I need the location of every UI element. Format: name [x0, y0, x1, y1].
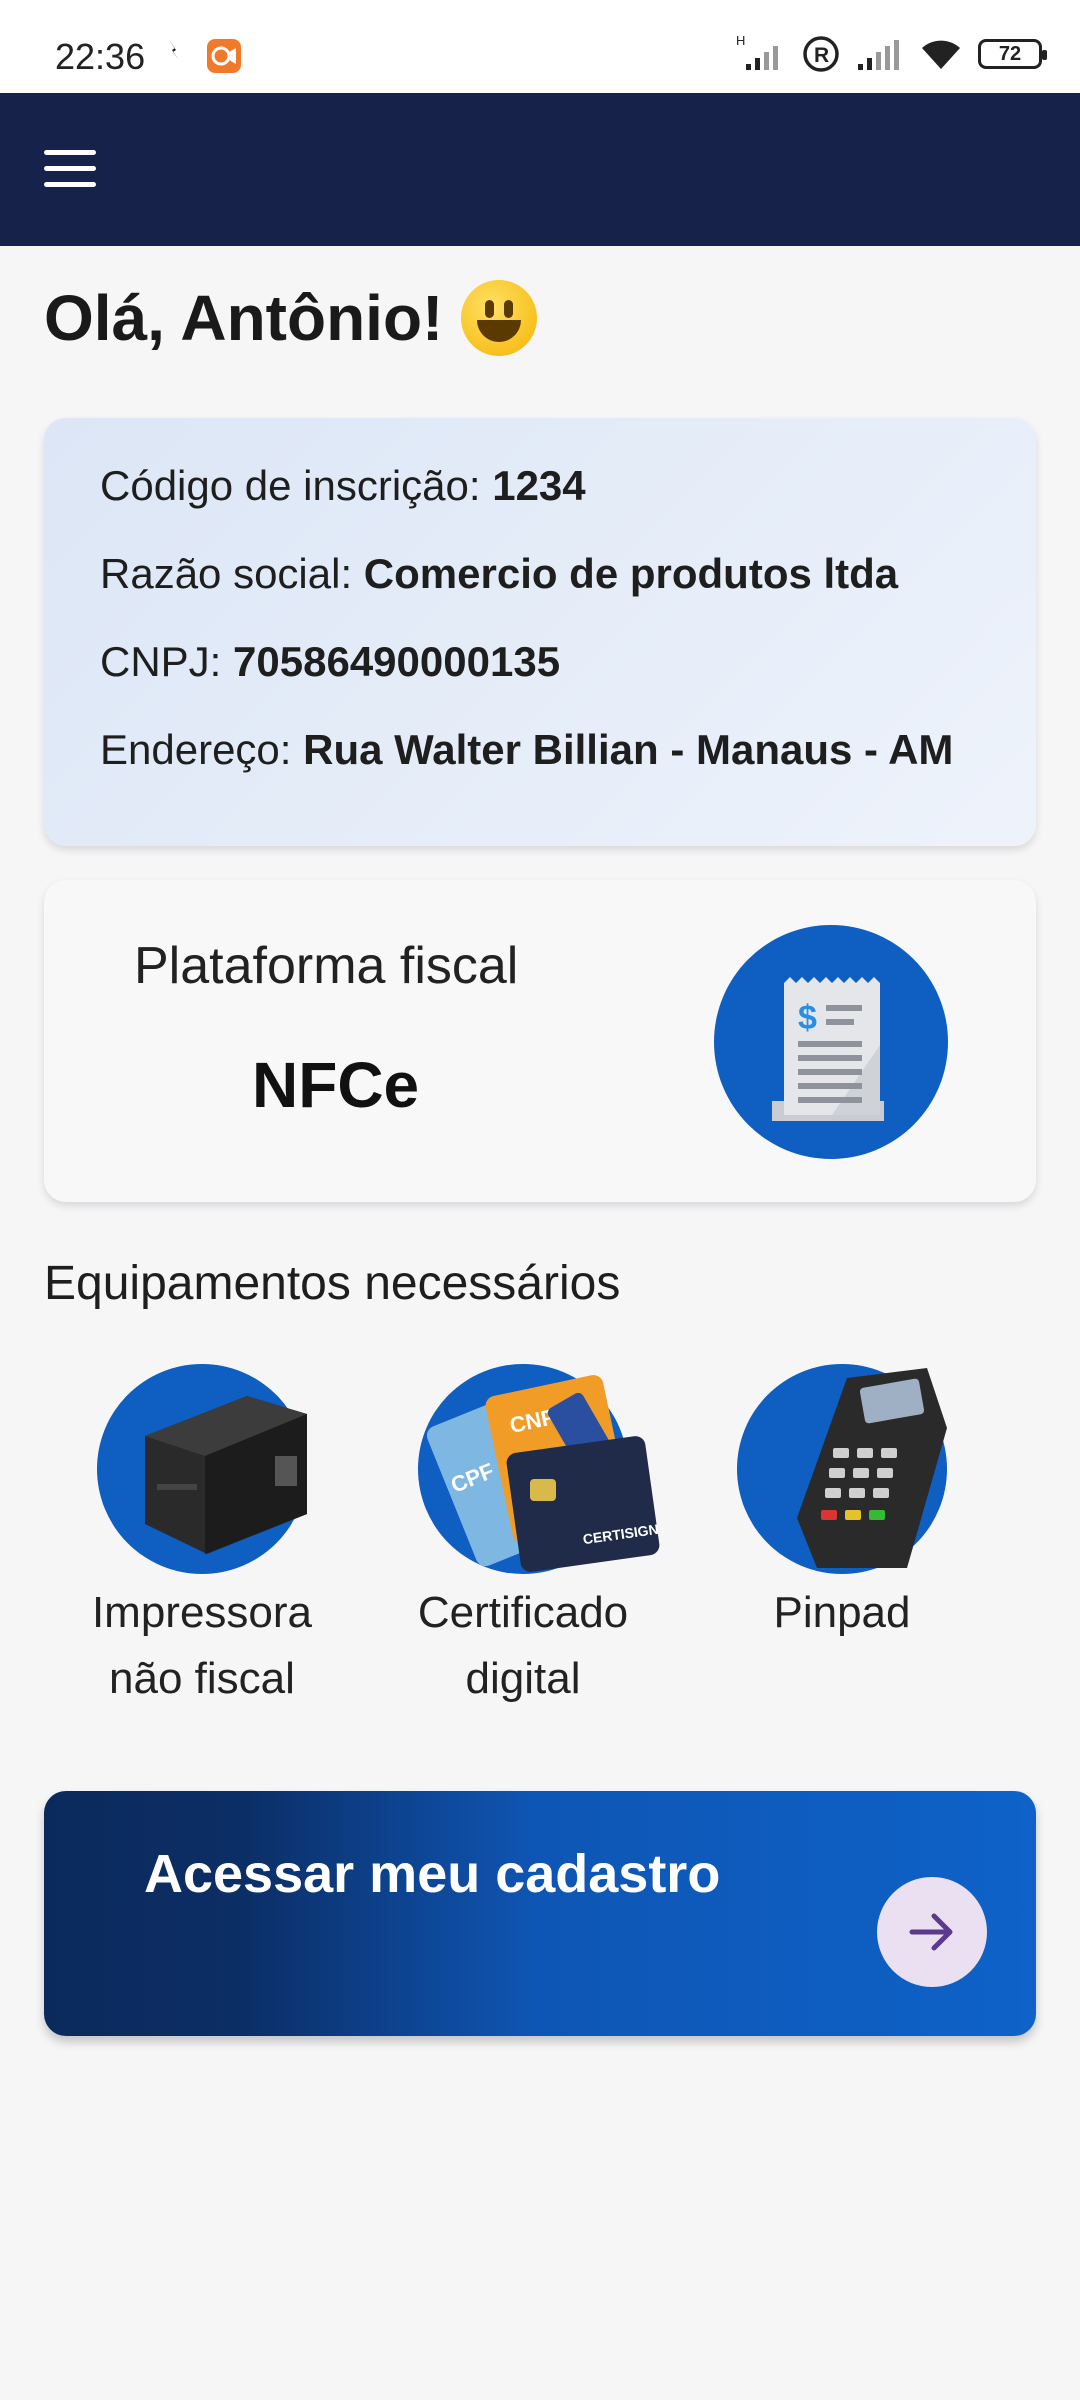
status-time: 22:36 — [55, 36, 146, 77]
greeting: Olá, Antônio! — [44, 280, 538, 356]
registration-label: Código de inscrição: — [100, 462, 481, 509]
notification-icon — [169, 40, 179, 60]
svg-text:R: R — [814, 44, 829, 67]
access-registration-label: Acessar meu cadastro — [144, 1844, 721, 1904]
cellular-signal-2-icon — [858, 40, 899, 70]
cnpj-value: 70586490000135 — [233, 638, 561, 685]
cnpj-row: CNPJ: 70586490000135 — [100, 638, 980, 686]
certificate-label-line2: digital — [465, 1654, 581, 1703]
pinpad-icon — [737, 1364, 947, 1574]
greeting-text: Olá, Antônio! — [44, 282, 444, 354]
cellular-signal-icon: H — [736, 34, 778, 70]
battery-level: 72 — [998, 42, 1022, 65]
certificate-cards-icon: CPF CNPJ CERTISIGN — [418, 1364, 660, 1574]
menu-icon-line — [44, 166, 96, 171]
svg-text:$: $ — [798, 999, 817, 1037]
address-label: Endereço: — [100, 726, 292, 773]
certificate-label: Certificado digital — [393, 1580, 653, 1712]
company-name-value: Comercio de produtos ltda — [363, 550, 899, 597]
status-indicators: H R 72 — [736, 34, 1047, 74]
fiscal-platform-card: Plataforma fiscal NFCe $ — [44, 880, 1036, 1202]
printer-label-line2: não fiscal — [109, 1654, 295, 1703]
registered-icon: R — [803, 36, 839, 72]
cnpj-label: CNPJ: — [100, 638, 222, 685]
pinpad-label-line1: Pinpad — [773, 1588, 911, 1637]
platform-label: Plataforma fiscal — [134, 937, 519, 995]
equipment-section-title: Equipamentos necessários — [44, 1257, 621, 1310]
equipment-item-certificate: CPF CNPJ CERTISIGN Certificado digital — [393, 1364, 660, 1712]
company-name-label: Razão social: — [100, 550, 353, 597]
network-type-label: H — [736, 34, 745, 48]
app-bar — [0, 93, 1080, 246]
registration-row: Código de inscrição: 1234 — [100, 462, 980, 510]
printer-label: Impressora não fiscal — [72, 1580, 332, 1712]
company-name-row: Razão social: Comercio de produtos ltda — [100, 550, 980, 598]
smiley-icon — [461, 280, 538, 356]
access-registration-button[interactable]: Acessar meu cadastro — [44, 1791, 1036, 2036]
wifi-icon — [922, 40, 960, 69]
menu-button[interactable] — [44, 150, 96, 190]
pinpad-label: Pinpad — [712, 1580, 972, 1646]
address-row: Endereço: Rua Walter Billian - Manaus - … — [100, 726, 980, 774]
status-bar: 22:36 H R 72 — [0, 0, 1080, 93]
receipt-icon: $ — [714, 925, 948, 1159]
battery-icon: 72 — [978, 39, 1047, 69]
printer-label-line1: Impressora — [91, 1588, 313, 1637]
company-info-card: Código de inscrição: 1234 Razão social: … — [44, 418, 1036, 846]
arrow-right-icon[interactable] — [877, 1877, 987, 1987]
printer-icon — [97, 1364, 307, 1574]
menu-icon-line — [44, 182, 96, 187]
equipment-item-pinpad: Pinpad — [712, 1364, 972, 1646]
equipment-item-printer: Impressora não fiscal — [72, 1364, 332, 1712]
menu-icon-line — [44, 150, 96, 155]
certificate-label-line1: Certificado — [417, 1588, 629, 1637]
registration-value: 1234 — [492, 462, 586, 509]
platform-value: NFCe — [252, 1049, 420, 1121]
address-value: Rua Walter Billian - Manaus - AM — [303, 726, 954, 773]
screen-recorder-icon — [207, 39, 241, 73]
